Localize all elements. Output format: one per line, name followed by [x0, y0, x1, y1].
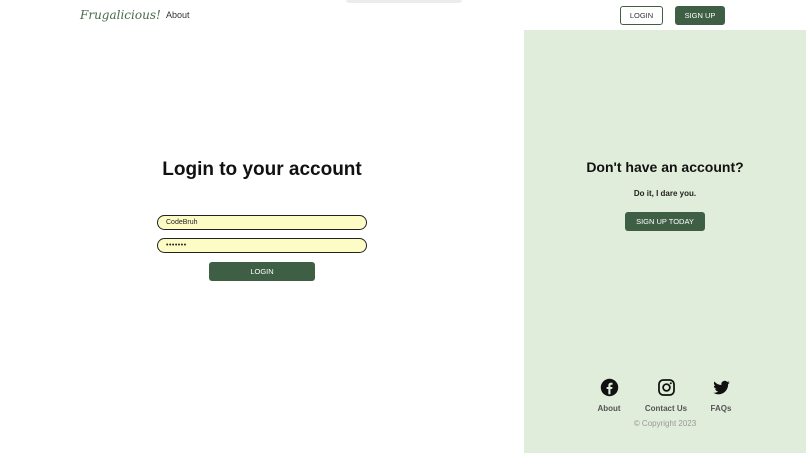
- nav-about-link[interactable]: About: [166, 10, 190, 20]
- footer-link-faqs[interactable]: FAQs: [705, 378, 737, 413]
- footer-link-contact[interactable]: Contact Us: [638, 378, 694, 413]
- footer-link-label: Contact Us: [644, 404, 688, 413]
- signup-panel-subtitle: Do it, I dare you.: [633, 189, 697, 198]
- signup-panel-title: Don't have an account?: [586, 159, 744, 175]
- signup-panel: Don't have an account? Do it, I dare you…: [524, 30, 806, 453]
- password-input[interactable]: •••••••: [157, 238, 367, 253]
- top-nav-bar: Frugalicious! About LOGIN SIGN UP: [0, 0, 806, 30]
- login-submit-button[interactable]: LOGIN: [209, 262, 315, 281]
- footer-link-label: About: [597, 404, 621, 413]
- login-button-top[interactable]: LOGIN: [620, 6, 663, 25]
- instagram-icon: [657, 379, 675, 396]
- brand-logo[interactable]: Frugalicious!: [80, 8, 161, 22]
- login-title: Login to your account: [162, 159, 362, 180]
- twitter-icon: [712, 380, 730, 395]
- signup-button-top[interactable]: SIGN UP: [675, 6, 725, 25]
- signup-today-button[interactable]: SIGN UP TODAY: [625, 212, 705, 231]
- footer-link-label: FAQs: [710, 404, 732, 413]
- facebook-icon: [600, 378, 618, 397]
- footer-link-about[interactable]: About: [594, 378, 624, 413]
- username-input[interactable]: CodeBruh: [157, 215, 367, 230]
- copyright-text: © Copyright 2023: [633, 419, 697, 428]
- header-shadow: [346, 0, 462, 3]
